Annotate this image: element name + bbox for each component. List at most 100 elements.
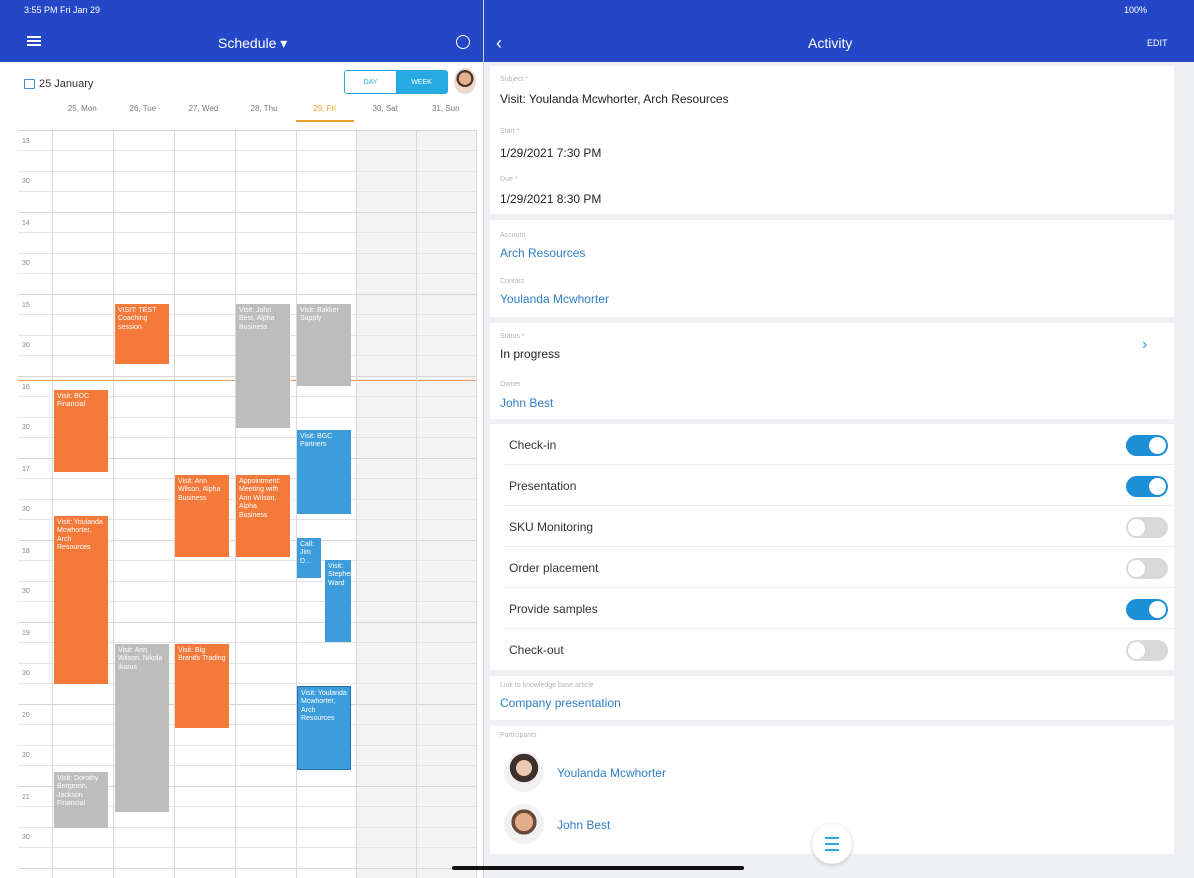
grid-line	[18, 232, 476, 233]
checklist-label: Order placement	[509, 561, 599, 575]
participant-name[interactable]: Youlanda Mcwhorter	[557, 766, 666, 780]
calendar-event[interactable]: Visit: Big Brands Trading	[175, 644, 229, 728]
calendar-event[interactable]: Visit: John Best, Alpha Business	[236, 304, 290, 428]
calendar-grid[interactable]: 13 30 14 30 15 30 16 30 17 30 18 30 19 3…	[0, 130, 483, 878]
owner-link[interactable]: John Best	[500, 396, 553, 410]
participant-avatar	[504, 752, 544, 792]
checklist-row: Provide samples	[490, 588, 1174, 629]
day-view-button[interactable]: DAY	[345, 71, 396, 93]
calendar-icon[interactable]	[24, 79, 35, 89]
checklist-row: SKU Monitoring	[490, 506, 1174, 547]
checklist-label: SKU Monitoring	[509, 520, 594, 534]
owner-label: Owner	[500, 381, 521, 388]
participant-avatar	[504, 804, 544, 844]
start-value[interactable]: 1/29/2021 7:30 PM	[500, 146, 601, 160]
checklist-label: Check-in	[509, 438, 557, 452]
calendar-event[interactable]: Visit: Dorothy Bergeron, Jackson Financi…	[54, 772, 108, 828]
checklist-card: Check-in Presentation SKU Monitoring Ord…	[490, 424, 1174, 670]
chevron-right-icon[interactable]: ›	[1142, 336, 1147, 354]
sku-monitoring-toggle[interactable]	[1126, 517, 1168, 538]
column-line	[52, 130, 53, 878]
calendar-event[interactable]: Visit: Ann Wilson, Alpha Business	[175, 475, 229, 557]
day-header[interactable]: 31, Sun	[415, 104, 476, 122]
hour-label: 20	[22, 712, 30, 719]
day-header[interactable]: 26, Tue	[113, 104, 174, 122]
checklist-row: Check-out	[490, 629, 1174, 670]
calendar-event[interactable]: Visit: Bakker Supply	[297, 304, 351, 386]
view-switch: DAY WEEK	[344, 70, 448, 94]
activity-panel: Subject * Visit: Youlanda Mcwhorter, Arc…	[484, 62, 1194, 878]
status-card: Status * In progress › Owner John Best	[490, 323, 1174, 419]
knowledge-base-card: Link to knowledge base article Company p…	[490, 676, 1174, 720]
activity-header	[484, 0, 1194, 62]
order-placement-toggle[interactable]	[1126, 558, 1168, 579]
hour-label: 30	[22, 588, 30, 595]
hour-label: 30	[22, 424, 30, 431]
checklist-row: Presentation	[490, 465, 1174, 506]
presentation-toggle[interactable]	[1126, 476, 1168, 497]
calendar-event[interactable]: Visit: Stephen Ward	[325, 560, 351, 642]
subject-value[interactable]: Visit: Youlanda Mcwhorter, Arch Resource…	[500, 92, 729, 106]
participant-name[interactable]: John Best	[557, 818, 610, 832]
user-avatar[interactable]	[454, 68, 476, 94]
grid-line	[18, 253, 476, 254]
hour-label: 13	[22, 138, 30, 145]
day-header[interactable]: 27, Wed	[173, 104, 234, 122]
current-date[interactable]: 25 January	[39, 78, 93, 90]
home-indicator	[452, 866, 744, 870]
account-link[interactable]: Arch Resources	[500, 246, 585, 260]
checklist-row: Order placement	[490, 547, 1174, 588]
day-header[interactable]: 28, Thu	[234, 104, 295, 122]
checkout-toggle[interactable]	[1126, 640, 1168, 661]
grid-line	[18, 150, 476, 151]
kb-link[interactable]: Company presentation	[500, 696, 621, 710]
hour-label: 30	[22, 342, 30, 349]
ipad-screen: 3:55 PM Fri Jan 29 Schedule ▾ 100% ‹ Act…	[0, 0, 1194, 878]
day-header[interactable]: 25, Mon	[52, 104, 113, 122]
provide-samples-toggle[interactable]	[1126, 599, 1168, 620]
edit-button[interactable]: EDIT	[1147, 38, 1168, 48]
hour-label: 19	[22, 630, 30, 637]
main-fields-card: Subject * Visit: Youlanda Mcwhorter, Arc…	[490, 66, 1174, 214]
grid-line	[18, 868, 476, 869]
hour-label: 30	[22, 670, 30, 677]
column-line	[356, 130, 357, 878]
refresh-icon[interactable]	[456, 35, 470, 49]
grid-line	[18, 171, 476, 172]
back-chevron-icon[interactable]: ‹	[496, 33, 512, 53]
calendar-event[interactable]: Visit: Ann Wilson, Nikola Ikarus	[115, 644, 169, 812]
checkin-toggle[interactable]	[1126, 435, 1168, 456]
checklist-row: Check-in	[490, 424, 1174, 465]
schedule-header: 3:55 PM Fri Jan 29 Schedule ▾	[0, 0, 483, 62]
calendar-event[interactable]: Visit: Youlanda Mcwhorter, Arch Resource…	[54, 516, 108, 684]
schedule-panel: 25 January DAY WEEK 25, Mon 26, Tue 27, …	[0, 62, 483, 878]
grid-line	[18, 847, 476, 848]
checklist-label: Presentation	[509, 479, 577, 493]
participants-label: Participants	[500, 732, 537, 739]
day-header[interactable]: 30, Sat	[355, 104, 416, 122]
calendar-event[interactable]: Appointment: Meeting with Ann Wilson, Al…	[236, 475, 290, 557]
hour-label: 18	[22, 548, 30, 555]
status-time: 3:55 PM Fri Jan 29	[24, 5, 101, 15]
week-view-button[interactable]: WEEK	[396, 71, 447, 93]
list-menu-button[interactable]	[812, 824, 852, 864]
calendar-event[interactable]: Visit: BGC Partners	[297, 430, 351, 514]
hour-label: 30	[22, 506, 30, 513]
menu-icon[interactable]	[27, 36, 41, 46]
grid-line	[18, 273, 476, 274]
contact-link[interactable]: Youlanda Mcwhorter	[500, 292, 609, 306]
calendar-event[interactable]: VISIT: TEST Coaching session	[115, 304, 169, 364]
status-value[interactable]: In progress	[500, 347, 560, 361]
hour-label: 17	[22, 466, 30, 473]
subject-label: Subject *	[500, 76, 529, 83]
contact-label: Contact	[500, 278, 525, 285]
kb-label: Link to knowledge base article	[500, 682, 594, 689]
grid-line	[18, 765, 476, 766]
calendar-event[interactable]: Call: Jim D...	[297, 538, 321, 578]
schedule-title-dropdown[interactable]: Schedule ▾	[218, 35, 287, 52]
due-value[interactable]: 1/29/2021 8:30 PM	[500, 192, 601, 206]
calendar-event[interactable]: Visit: BOC Financial	[54, 390, 108, 472]
selected-calendar-event[interactable]: Visit: Youlanda Mcwhorter, Arch Resource…	[297, 686, 351, 770]
status-label: Status *	[500, 333, 525, 340]
grid-line	[18, 212, 476, 213]
